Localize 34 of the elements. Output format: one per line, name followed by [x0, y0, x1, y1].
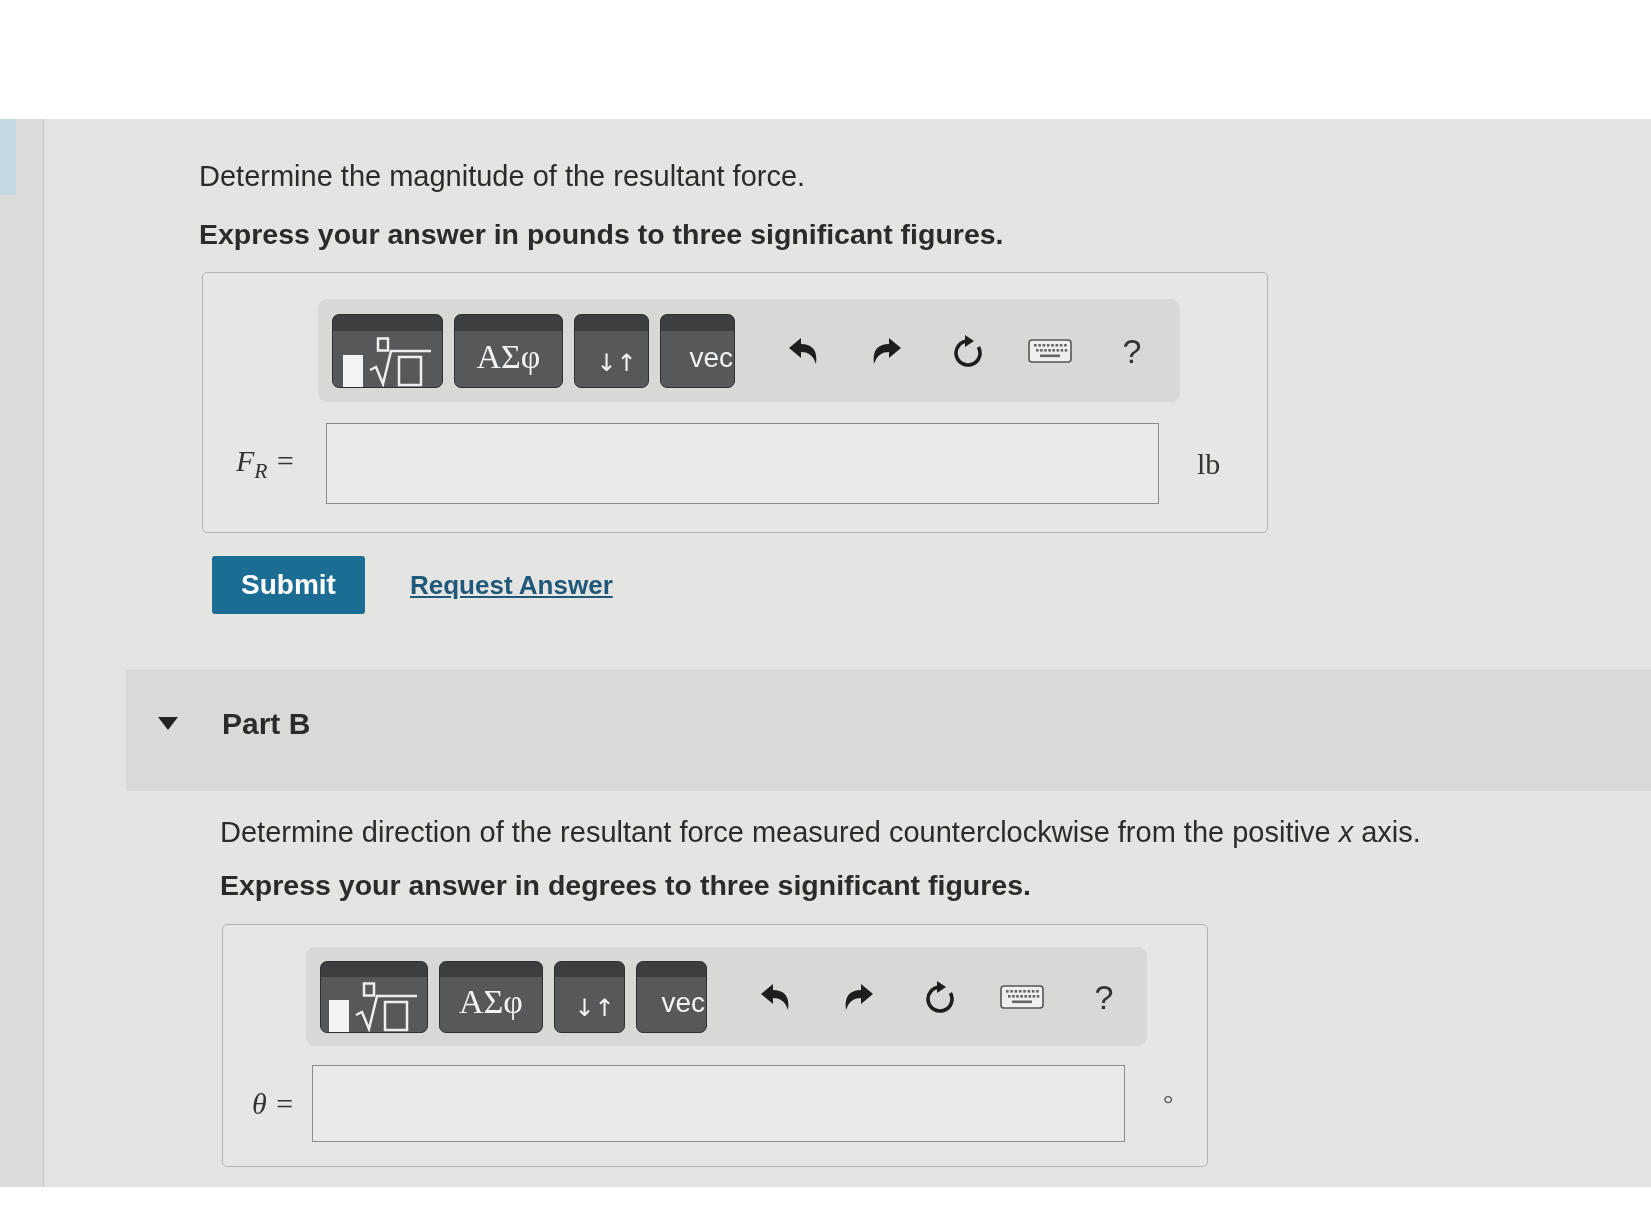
keyboard-icon	[1000, 985, 1044, 1009]
templates-button[interactable]	[332, 314, 443, 388]
question-text: Determine the magnitude of the resultant force.	[199, 159, 807, 194]
request-answer-link[interactable]: Request Answer	[410, 569, 613, 601]
undo-icon	[789, 337, 819, 365]
variable-label: F$_{R}$ =	[236, 443, 297, 484]
instruction-text: Express your answer in pounds to three significant figures.	[199, 217, 1005, 252]
keyboard-icon	[1028, 339, 1072, 363]
part-title: Part B	[222, 706, 311, 741]
part-header[interactable]: Part B	[126, 670, 1651, 791]
undo-icon	[761, 983, 791, 1011]
symbols-button[interactable]: ΑΣφ	[454, 314, 563, 388]
question-text: Determine direction of the resultant force measured counterclockwise from the positive x axis.	[220, 815, 1422, 850]
arrows-button[interactable]: ↓↑	[574, 314, 649, 388]
vector-button[interactable]: vec	[660, 314, 735, 388]
help-button[interactable]: ?	[1079, 972, 1129, 1022]
vector-button[interactable]: vec	[636, 961, 707, 1033]
instruction-text: Express your answer in degrees to three significant figures.	[220, 868, 1032, 903]
submit-button[interactable]: Submit	[212, 556, 365, 614]
redo-icon	[843, 983, 873, 1011]
variable-label: θ =	[252, 1086, 296, 1121]
answer-field[interactable]	[326, 423, 1159, 504]
unit-label: °	[1163, 1088, 1174, 1119]
answer-field[interactable]	[312, 1065, 1125, 1142]
templates-button[interactable]	[320, 961, 428, 1033]
root-template-icon	[342, 337, 433, 387]
arrows-button[interactable]: ↓↑	[554, 961, 625, 1033]
help-button[interactable]: ?	[1107, 326, 1157, 376]
reset-icon	[923, 980, 957, 1014]
root-template-icon	[329, 982, 419, 1032]
redo-icon	[871, 337, 901, 365]
symbols-button[interactable]: ΑΣφ	[439, 961, 543, 1033]
unit-label: lb	[1197, 446, 1221, 481]
reset-icon	[951, 334, 985, 368]
